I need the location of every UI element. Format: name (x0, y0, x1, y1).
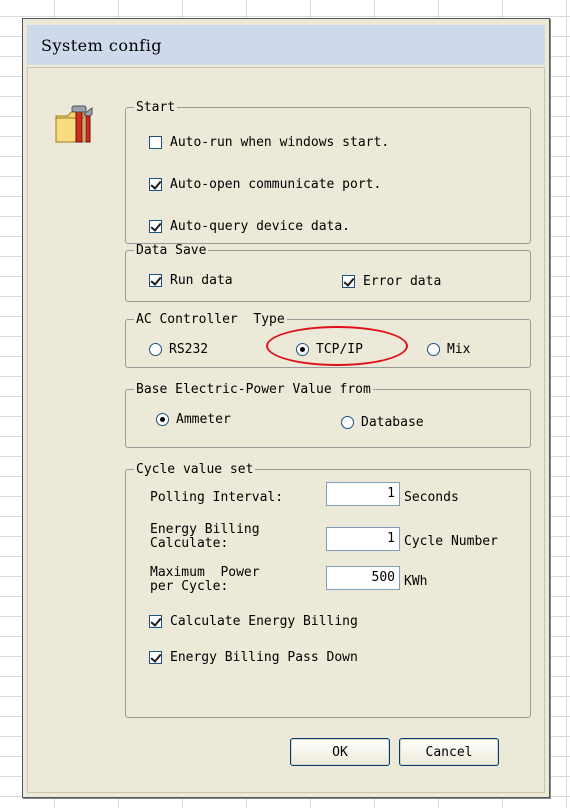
database-label: Database (361, 415, 424, 430)
ammeter-radio[interactable] (156, 413, 169, 426)
max-power-unit: KWh (404, 574, 428, 589)
polling-interval-unit: Seconds (404, 490, 459, 505)
database-radio-row[interactable]: Database (341, 415, 424, 430)
data-save-legend: Data Save (136, 243, 207, 258)
mix-radio[interactable] (427, 343, 440, 356)
energy-billing-unit: Cycle Number (404, 534, 498, 549)
energy-billing-label: Energy Billing Calculate: (150, 522, 260, 551)
cancel-button[interactable]: Cancel (399, 738, 499, 766)
calc-billing-checkbox-row[interactable]: Calculate Energy Billing (149, 614, 358, 629)
mix-radio-row[interactable]: Mix (427, 342, 470, 357)
auto-query-label: Auto-query device data. (170, 219, 351, 234)
settings-tools-icon (55, 105, 93, 143)
tcpip-radio-row[interactable]: TCP/IP (296, 342, 363, 357)
pass-down-checkbox[interactable] (149, 651, 162, 664)
run-data-label: Run data (170, 273, 233, 288)
auto-query-checkbox[interactable] (149, 220, 162, 233)
dialog-body: Start Auto-run when windows start. Auto-… (27, 67, 545, 793)
error-data-label: Error data (363, 274, 442, 289)
polling-interval-input[interactable]: 1 (326, 482, 400, 506)
max-power-label: Maximum Power per Cycle: (150, 565, 260, 594)
ac-controller-legend: AC Controller Type (136, 312, 285, 327)
auto-query-checkbox-row[interactable]: Auto-query device data. (149, 219, 350, 234)
ac-controller-group: AC Controller Type (125, 312, 531, 368)
error-data-checkbox[interactable] (342, 275, 355, 288)
start-legend: Start (136, 100, 176, 115)
cycle-value-legend: Cycle value set (136, 462, 254, 477)
auto-run-checkbox[interactable] (149, 136, 162, 149)
error-data-checkbox-row[interactable]: Error data (342, 274, 441, 289)
rs232-label: RS232 (169, 342, 209, 357)
database-radio[interactable] (341, 416, 354, 429)
rs232-radio[interactable] (149, 343, 162, 356)
base-power-legend: Base Electric-Power Value from (136, 382, 371, 397)
dialog-title: System config (41, 36, 163, 55)
max-power-input[interactable]: 500 (326, 566, 400, 590)
title-bar[interactable]: System config (27, 25, 545, 65)
ok-button[interactable]: OK (290, 738, 390, 766)
tcpip-label: TCP/IP (316, 342, 363, 357)
ammeter-label: Ammeter (176, 412, 231, 427)
ammeter-radio-row[interactable]: Ammeter (156, 412, 231, 427)
energy-billing-input[interactable]: 1 (326, 527, 400, 551)
polling-interval-label: Polling Interval: (150, 490, 284, 505)
rs232-radio-row[interactable]: RS232 (149, 342, 208, 357)
pass-down-label: Energy Billing Pass Down (170, 650, 358, 665)
pass-down-checkbox-row[interactable]: Energy Billing Pass Down (149, 650, 358, 665)
mix-label: Mix (447, 342, 471, 357)
run-data-checkbox[interactable] (149, 274, 162, 287)
calc-billing-label: Calculate Energy Billing (170, 614, 358, 629)
calc-billing-checkbox[interactable] (149, 615, 162, 628)
auto-open-checkbox-row[interactable]: Auto-open communicate port. (149, 177, 381, 192)
auto-run-checkbox-row[interactable]: Auto-run when windows start. (149, 135, 389, 150)
run-data-checkbox-row[interactable]: Run data (149, 273, 233, 288)
auto-open-label: Auto-open communicate port. (170, 177, 382, 192)
system-config-dialog: System config Start Auto-run when window… (22, 18, 550, 798)
auto-run-label: Auto-run when windows start. (170, 135, 390, 150)
tcpip-radio[interactable] (296, 343, 309, 356)
auto-open-checkbox[interactable] (149, 178, 162, 191)
